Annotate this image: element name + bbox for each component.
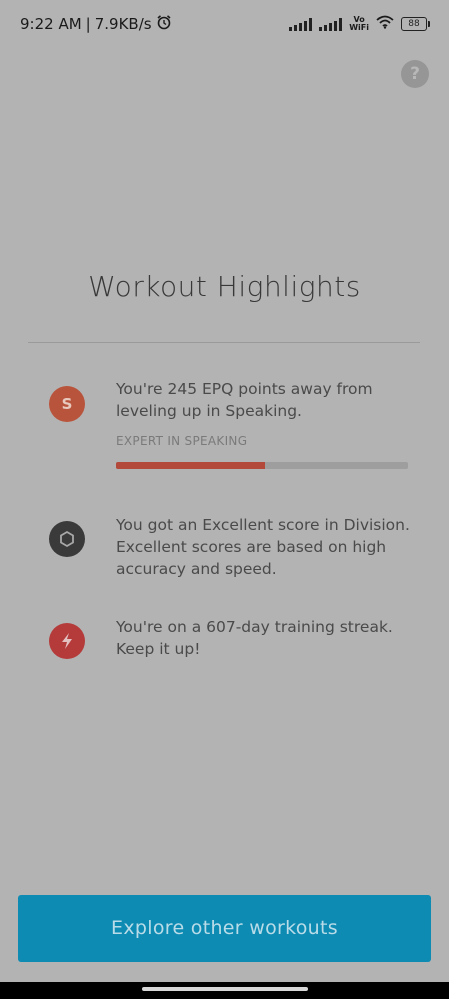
vowifi-label-bottom: WiFi [349, 22, 369, 32]
battery-level: 88 [408, 18, 420, 29]
status-time: 9:22 AM [20, 15, 82, 33]
progress-bar-fill [116, 462, 265, 469]
status-bar: 9:22 AM | 7.9KB/s Vo WiFi 88 [0, 0, 449, 50]
highlight-text: You're on a 607-day training streak. Kee… [116, 618, 393, 658]
highlight-text: You got an Excellent score in Division. … [116, 516, 410, 578]
title-divider [28, 342, 420, 343]
lightning-icon [49, 623, 85, 659]
speaking-icon-letter: S [61, 395, 73, 413]
signal-strength-icon-2 [319, 17, 343, 31]
progress-bar [116, 462, 408, 469]
alarm-clock-icon [156, 14, 172, 34]
status-network-speed: 7.9KB/s [94, 15, 152, 33]
battery-icon: 88 [401, 16, 430, 31]
status-right: Vo WiFi 88 [289, 14, 430, 33]
status-left: 9:22 AM | 7.9KB/s [20, 14, 172, 34]
vowifi-icon: Vo WiFi [349, 15, 369, 32]
home-indicator[interactable] [142, 987, 308, 991]
hexagon-icon [49, 521, 85, 557]
speaking-icon: S [49, 386, 85, 422]
page-title: Workout Highlights [88, 270, 361, 303]
wifi-icon [376, 14, 394, 33]
help-button[interactable]: ? [401, 60, 429, 88]
navigation-bar [0, 982, 449, 999]
progress-label: EXPERT IN SPEAKING [116, 434, 248, 448]
signal-strength-icon [289, 17, 313, 31]
explore-other-workouts-button[interactable]: Explore other workouts [18, 895, 431, 962]
highlight-text: You're 245 EPQ points away from leveling… [116, 380, 373, 420]
status-separator: | [85, 15, 91, 33]
help-icon: ? [410, 64, 420, 84]
